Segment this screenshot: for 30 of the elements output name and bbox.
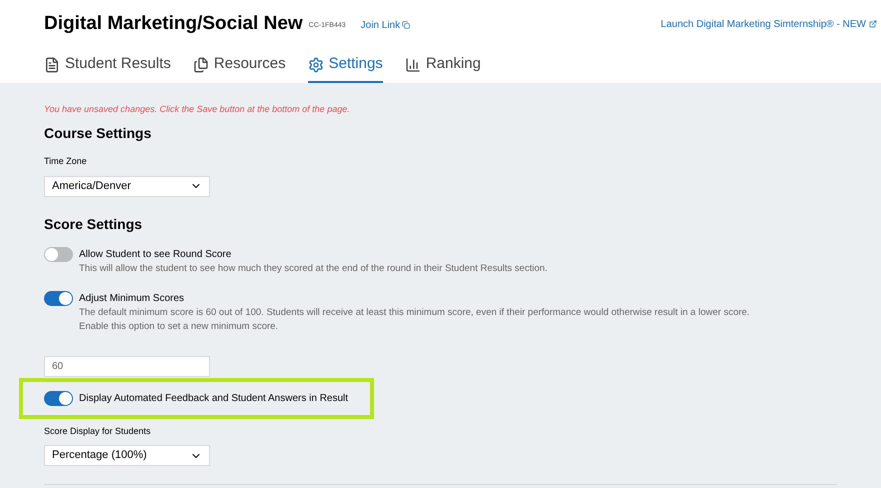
minimum-score-field[interactable]: 60 <box>44 356 210 376</box>
tab[interactable]: Ranking <box>404 48 481 82</box>
field-label: Time Zone <box>44 155 88 168</box>
field-label: Score Display for Students <box>44 424 152 438</box>
join-link[interactable]: Join Link <box>360 18 410 33</box>
external-link-icon <box>869 20 877 28</box>
section-heading: Course Settings <box>44 124 152 143</box>
toggle-switch[interactable] <box>44 290 73 306</box>
toggle-description: The default minimum score is 60 out of 100. Students will receive at least this minimum score, even if their performance would otherwise result in a lower score. <box>79 306 750 320</box>
tab[interactable]: Settings <box>308 48 383 82</box>
bar-chart-icon <box>404 56 421 72</box>
toggle-label: Allow Student to see Round Score <box>79 248 232 262</box>
toggle-description: Enable this option to set a new minimum score. <box>79 320 280 334</box>
tab[interactable]: Resources <box>192 48 286 82</box>
launch-link[interactable]: Launch Digital Marketing Simternship® - NEW <box>660 16 877 32</box>
toggle-label: Adjust Minimum Scores <box>79 292 186 306</box>
section-heading: Score Settings <box>44 214 144 234</box>
dropdown[interactable]: Percentage (100%) <box>44 445 210 466</box>
tab[interactable]: Student Results <box>44 48 171 82</box>
copy-icon <box>402 21 410 30</box>
settings-icon <box>308 56 324 72</box>
documents-icon <box>192 56 209 72</box>
document-icon <box>44 56 60 72</box>
dropdown[interactable]: America/Denver <box>44 176 210 196</box>
course-title: Digital Marketing/Social New <box>44 12 303 36</box>
toggle-switch[interactable] <box>44 246 73 262</box>
toggle-description: This will allow the student to see how much they scored at the end of the round in their Student Results section. <box>79 262 548 276</box>
unsaved-warning: You have unsaved changes. Click the Save button at the bottom of the page. <box>44 102 351 116</box>
toggle-switch[interactable] <box>44 390 73 406</box>
toggle-label: Display Automated Feedback and Student Answers in Result <box>79 392 348 406</box>
